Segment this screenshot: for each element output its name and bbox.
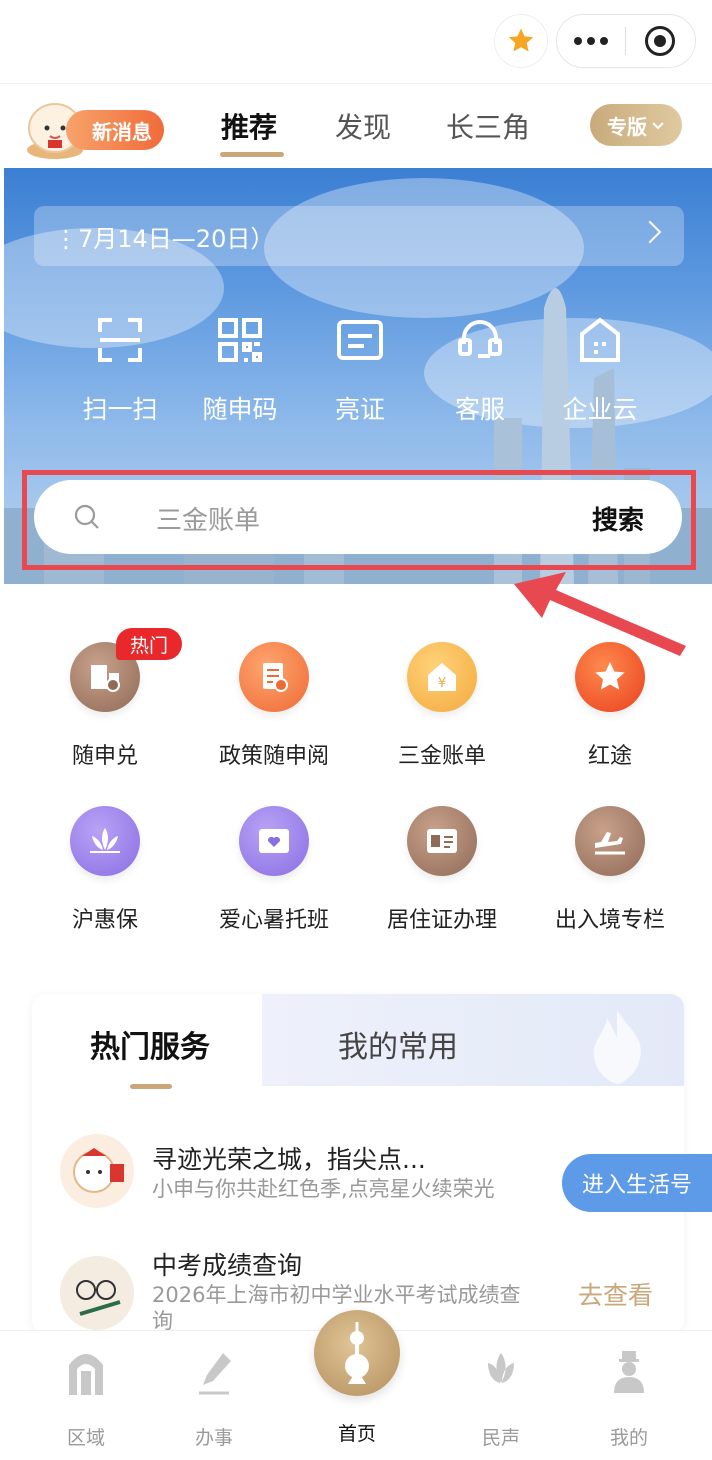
chevron-down-icon xyxy=(652,122,664,130)
enter-life-account-button[interactable]: 进入生活号 xyxy=(562,1154,712,1212)
mascot-thumbnail-icon xyxy=(73,1148,124,1193)
service-label: 沪惠保 xyxy=(71,908,138,933)
house-yuan-icon: ¥ xyxy=(428,663,456,691)
star-flag-icon xyxy=(595,662,625,690)
service-icon-circle xyxy=(575,642,645,712)
quick-action-health-code[interactable]: 随申码 xyxy=(180,316,300,426)
pen-icon xyxy=(199,1353,231,1395)
glasses-pen-icon xyxy=(60,1256,134,1330)
item-thumbnail xyxy=(60,1134,134,1208)
list-item-title[interactable]: 中考成绩查询 xyxy=(152,1246,302,1282)
person-icon xyxy=(614,1351,644,1393)
nav-voice[interactable]: 民声 xyxy=(451,1349,551,1450)
nav-label: 区域 xyxy=(66,1427,105,1449)
tab-recommend[interactable]: 推荐 xyxy=(221,106,277,146)
service-label: 居住证办理 xyxy=(386,908,497,933)
service-label: 政策随申阅 xyxy=(218,744,329,769)
favorite-button[interactable] xyxy=(494,14,548,68)
heart-card-icon xyxy=(259,829,289,853)
active-tab-indicator xyxy=(130,1084,172,1089)
chevron-right-icon xyxy=(638,220,662,244)
service-icon-circle xyxy=(407,806,477,876)
highlight-box xyxy=(22,470,696,570)
item-thumbnail xyxy=(60,1256,134,1330)
special-edition-button[interactable]: 专版 xyxy=(590,104,682,146)
target-icon xyxy=(645,26,676,56)
service-icon-circle: ¥ xyxy=(407,642,477,712)
hot-badge: 热门 xyxy=(116,628,182,660)
home-center-button[interactable] xyxy=(314,1310,400,1396)
service-three-funds-bill[interactable]: ¥ 三金账单 xyxy=(353,642,531,770)
service-label: 红途 xyxy=(587,744,632,769)
document-icon xyxy=(263,663,288,692)
close-miniprogram-button[interactable] xyxy=(626,26,696,56)
tab-my-favorites[interactable]: 我的常用 xyxy=(338,1022,458,1066)
nav-region[interactable]: 区域 xyxy=(36,1349,136,1450)
qrcode-icon xyxy=(218,318,262,362)
capsule-menu xyxy=(556,14,696,68)
tab-hot-services[interactable]: 热门服务 xyxy=(90,1022,210,1066)
quick-action-scan[interactable]: 扫一扫 xyxy=(60,316,180,426)
view-button[interactable]: 去查看 xyxy=(578,1276,653,1312)
residence-card-icon xyxy=(427,829,457,853)
top-bar xyxy=(0,0,712,84)
service-red-route[interactable]: 红途 xyxy=(521,642,699,770)
flame-watermark-icon xyxy=(593,1010,641,1084)
quick-action-label: 亮证 xyxy=(334,395,385,424)
service-label: 随申兑 xyxy=(71,744,138,769)
scan-icon xyxy=(98,318,142,362)
quick-action-label: 客服 xyxy=(454,395,505,424)
nav-label: 办事 xyxy=(194,1427,233,1449)
service-policy-reading[interactable]: 政策随申阅 xyxy=(185,642,363,770)
list-item-subtitle: 小申与你共赴红色季,点亮星火续荣光 xyxy=(152,1177,495,1201)
magnolia-icon xyxy=(488,1353,514,1383)
service-label: 出入境专栏 xyxy=(554,908,665,933)
quick-action-enterprise-cloud[interactable]: 企业云 xyxy=(540,316,660,426)
tab-header: 新消息 推荐 发现 长三角 专版 xyxy=(0,84,712,168)
new-messages-button[interactable]: 新消息 xyxy=(66,110,164,150)
lotus-icon xyxy=(90,828,120,853)
active-tab-indicator xyxy=(220,152,284,157)
quick-action-label: 扫一扫 xyxy=(82,395,158,424)
quick-action-customer-service[interactable]: 客服 xyxy=(420,316,540,426)
pearl-tower-icon xyxy=(345,1322,369,1384)
service-label: 三金账单 xyxy=(397,744,486,769)
building-coupon-icon xyxy=(91,665,120,692)
headset-icon xyxy=(458,320,502,358)
quick-action-label: 企业云 xyxy=(562,395,638,424)
service-icon-circle xyxy=(239,642,309,712)
tab-yangtze-delta[interactable]: 长三角 xyxy=(446,106,530,146)
service-icon-circle xyxy=(70,806,140,876)
service-residence-permit[interactable]: 居住证办理 xyxy=(353,806,531,934)
service-suishendui[interactable]: 随申兑 xyxy=(16,642,194,770)
airplane-icon xyxy=(595,832,625,855)
nav-label: 我的 xyxy=(609,1427,648,1449)
star-icon xyxy=(508,28,534,52)
quick-action-label: 随申码 xyxy=(202,395,278,424)
service-summer-care[interactable]: 爱心暑托班 xyxy=(185,806,363,934)
notice-text: ⋮7月14日—20日） xyxy=(54,224,275,253)
service-icon-circle xyxy=(239,806,309,876)
nav-services[interactable]: 办事 xyxy=(164,1349,264,1450)
arch-icon xyxy=(69,1354,103,1395)
svg-text:¥: ¥ xyxy=(438,676,446,691)
nav-mine[interactable]: 我的 xyxy=(579,1349,679,1450)
tab-discover[interactable]: 发现 xyxy=(335,106,391,146)
quick-action-show-id[interactable]: 亮证 xyxy=(300,316,420,426)
nav-label: 首页 xyxy=(337,1423,376,1445)
service-label: 爱心暑托班 xyxy=(218,908,329,933)
service-icon-circle xyxy=(575,806,645,876)
more-button[interactable] xyxy=(557,37,625,45)
service-exit-entry[interactable]: 出入境专栏 xyxy=(521,806,699,934)
service-huhuibao[interactable]: 沪惠保 xyxy=(16,806,194,934)
list-item-title[interactable]: 寻迹光荣之城，指尖点... xyxy=(152,1140,426,1176)
special-edition-label: 专版 xyxy=(607,114,647,139)
id-card-icon xyxy=(337,320,383,360)
nav-label: 民声 xyxy=(481,1427,520,1449)
notice-bar[interactable]: ⋮7月14日—20日） xyxy=(34,206,684,266)
building-icon xyxy=(580,317,620,362)
